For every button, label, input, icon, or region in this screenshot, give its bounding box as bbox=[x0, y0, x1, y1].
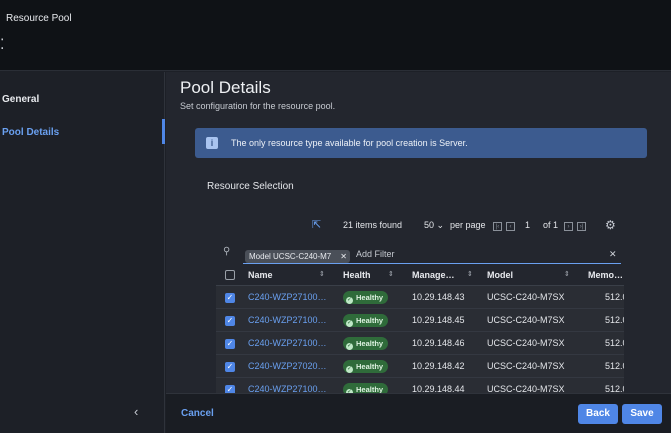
row-mgmt-ip: 10.29.148.42 bbox=[412, 361, 465, 371]
row-model: UCSC-C240-M7SX bbox=[487, 315, 565, 325]
column-header-memory[interactable]: Memo… bbox=[588, 270, 623, 280]
table-header: Name ⇕ Health ⇕ Manage… ⇕ Model ⇕ Memo… bbox=[216, 265, 624, 286]
first-page-icon[interactable]: |‹ bbox=[493, 222, 502, 231]
per-page-value: 50 bbox=[424, 220, 435, 230]
check-icon: ✓ bbox=[346, 297, 353, 304]
add-filter-input[interactable]: Add Filter bbox=[356, 249, 395, 259]
sidebar-item-general[interactable]: General bbox=[2, 94, 39, 105]
page-subtitle: Set configuration for the resource pool. bbox=[180, 101, 336, 111]
info-banner: i The only resource type available for p… bbox=[195, 128, 647, 158]
section-title: Resource Selection bbox=[207, 181, 294, 192]
status-badge: ✓ Healthy bbox=[343, 314, 389, 327]
status-badge: ✓ Healthy bbox=[343, 360, 389, 373]
row-checkbox[interactable]: ✓ bbox=[225, 316, 235, 326]
row-model: UCSC-C240-M7SX bbox=[487, 384, 565, 393]
page-title: Pool Details bbox=[180, 78, 271, 97]
items-found: 21 items found bbox=[343, 220, 403, 230]
row-memory: 512.0 bbox=[605, 361, 624, 371]
sort-icon[interactable]: ⇕ bbox=[388, 270, 394, 278]
resource-table: Name ⇕ Health ⇕ Manage… ⇕ Model ⇕ Memo… … bbox=[216, 265, 624, 393]
sort-icon[interactable]: ⇕ bbox=[564, 270, 570, 278]
table-row[interactable]: ✓ C240-WZP27020… ✓ Healthy 10.29.148.42 U… bbox=[216, 355, 624, 378]
row-checkbox[interactable]: ✓ bbox=[225, 293, 235, 303]
per-page-select[interactable]: 50 ⌄ bbox=[424, 220, 444, 231]
main-content: Pool Details Set configuration for the r… bbox=[166, 72, 671, 393]
row-name-link[interactable]: C240-WZP27100… bbox=[248, 384, 327, 393]
status-badge: ✓ Healthy bbox=[343, 383, 389, 393]
export-icon[interactable]: ⇱ bbox=[312, 218, 321, 231]
row-model: UCSC-C240-M7SX bbox=[487, 292, 565, 302]
table-row[interactable]: ✓ C240-WZP27100… ✓ Healthy 10.29.148.45 U… bbox=[216, 309, 624, 332]
row-name-link[interactable]: C240-WZP27100… bbox=[248, 292, 327, 302]
save-button[interactable]: Save bbox=[622, 404, 662, 424]
prev-page-icon[interactable]: ‹ bbox=[506, 222, 515, 231]
column-header-management[interactable]: Manage… bbox=[412, 270, 455, 280]
sidebar: General Pool Details ‹ bbox=[0, 72, 165, 433]
row-memory: 512.0 bbox=[605, 292, 624, 302]
filter-chip-label: Model UCSC-C240-M7 bbox=[249, 252, 332, 261]
row-name-link[interactable]: C240-WZP27100… bbox=[248, 315, 327, 325]
column-header-name[interactable]: Name bbox=[248, 270, 273, 280]
row-memory: 512.0 bbox=[605, 384, 624, 393]
remove-chip-icon[interactable]: ✕ bbox=[340, 250, 347, 263]
top-bar: Resource Pool ⁚ bbox=[0, 0, 671, 71]
chevron-down-icon: ⌄ bbox=[436, 220, 445, 230]
footer-bar: Cancel Back Save bbox=[166, 393, 671, 433]
menu-icon[interactable]: ⁚ bbox=[0, 36, 4, 53]
row-name-link[interactable]: C240-WZP27100… bbox=[248, 338, 327, 348]
row-checkbox[interactable]: ✓ bbox=[225, 385, 235, 393]
row-model: UCSC-C240-M7SX bbox=[487, 361, 565, 371]
status-badge: ✓ Healthy bbox=[343, 291, 389, 304]
info-icon: i bbox=[206, 137, 218, 149]
sidebar-item-pool-details[interactable]: Pool Details bbox=[2, 127, 59, 138]
clear-filter-icon[interactable]: ✕ bbox=[609, 249, 617, 260]
table-row[interactable]: ✓ C240-WZP27100… ✓ Healthy 10.29.148.44 U… bbox=[216, 378, 624, 393]
status-badge: ✓ Healthy bbox=[343, 337, 389, 350]
table-row[interactable]: ✓ C240-WZP27100… ✓ Healthy 10.29.148.46 U… bbox=[216, 332, 624, 355]
row-mgmt-ip: 10.29.148.45 bbox=[412, 315, 465, 325]
row-checkbox[interactable]: ✓ bbox=[225, 339, 235, 349]
check-icon: ✓ bbox=[346, 366, 353, 373]
row-mgmt-ip: 10.29.148.46 bbox=[412, 338, 465, 348]
select-all-checkbox[interactable] bbox=[225, 270, 235, 280]
page-count: of 1 bbox=[543, 220, 559, 230]
page-number-input[interactable]: 1 bbox=[525, 220, 530, 230]
row-memory: 512.0 bbox=[605, 315, 624, 325]
row-name-link[interactable]: C240-WZP27020… bbox=[248, 361, 327, 371]
check-icon: ✓ bbox=[346, 343, 353, 350]
collapse-sidebar-icon[interactable]: ‹ bbox=[134, 404, 138, 419]
row-mgmt-ip: 10.29.148.43 bbox=[412, 292, 465, 302]
per-page-label: per page bbox=[450, 220, 486, 230]
back-button[interactable]: Back bbox=[578, 404, 618, 424]
row-mgmt-ip: 10.29.148.44 bbox=[412, 384, 465, 393]
row-checkbox[interactable]: ✓ bbox=[225, 362, 235, 372]
filter-underline bbox=[243, 263, 621, 264]
column-header-health[interactable]: Health bbox=[343, 270, 371, 280]
row-model: UCSC-C240-M7SX bbox=[487, 338, 565, 348]
next-page-icon[interactable]: › bbox=[564, 222, 573, 231]
sort-icon[interactable]: ⇕ bbox=[319, 270, 325, 278]
last-page-icon[interactable]: ›| bbox=[577, 222, 586, 231]
column-header-model[interactable]: Model bbox=[487, 270, 513, 280]
banner-message: The only resource type available for poo… bbox=[231, 138, 468, 148]
sort-icon[interactable]: ⇕ bbox=[467, 270, 473, 278]
table-row[interactable]: ✓ C240-WZP27100… ✓ Healthy 10.29.148.43 U… bbox=[216, 286, 624, 309]
search-icon: ⚲ bbox=[223, 246, 231, 257]
gear-icon[interactable]: ⚙ bbox=[605, 218, 616, 232]
cancel-button[interactable]: Cancel bbox=[181, 408, 214, 419]
active-indicator bbox=[162, 119, 165, 144]
check-icon: ✓ bbox=[346, 320, 353, 327]
row-memory: 512.0 bbox=[605, 338, 624, 348]
window-title: Resource Pool bbox=[6, 13, 72, 24]
filter-chip[interactable]: Model UCSC-C240-M7 ✕ bbox=[245, 250, 350, 263]
